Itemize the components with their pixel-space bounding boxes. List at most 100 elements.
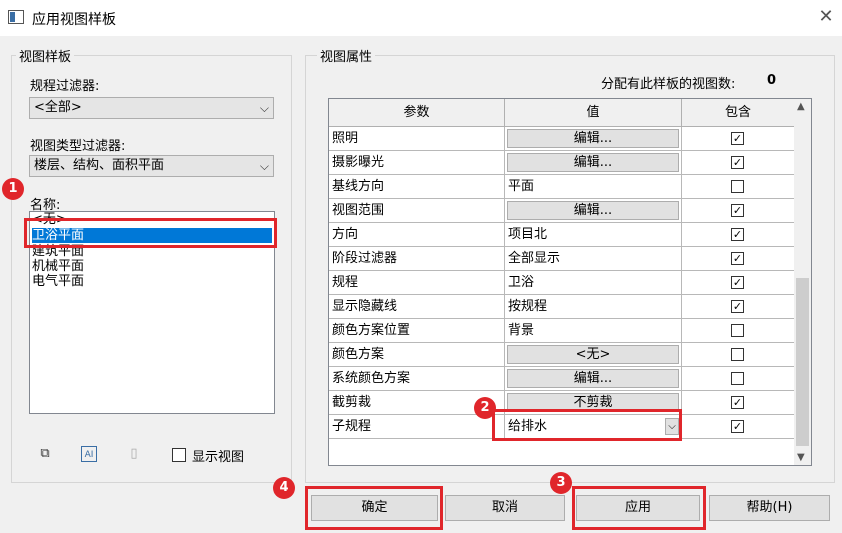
view-template-group-label: 视图样板 [16,46,75,65]
include-cell: ✓ [682,247,795,271]
include-checkbox-checked[interactable]: ✓ [731,300,744,313]
include-cell: ✓ [682,151,795,175]
include-checkbox-checked[interactable]: ✓ [731,276,744,289]
column-header-param[interactable]: 参数 [329,99,505,127]
window-title: 应用视图样板 [32,12,116,28]
include-checkbox-checked[interactable]: ✓ [731,204,744,217]
assigned-count-label: 分配有此样板的视图数: [601,77,736,92]
include-checkbox-checked[interactable]: ✓ [731,132,744,145]
param-cell: 视图范围 [329,199,505,223]
include-cell: ✓ [682,295,795,319]
value-cell: 平面 [505,175,682,199]
param-cell: 阶段过滤器 [329,247,505,271]
title-bar: 应用视图样板 ✕ [0,0,842,36]
include-cell: ✓ [682,391,795,415]
chevron-down-icon: ⌵ [259,101,269,115]
include-cell [682,175,795,199]
table-row: 颜色方案 <无> [329,343,795,367]
view-type-filter-select[interactable]: 楼层、结构、面积平面 ⌵ [29,155,274,177]
value-cell[interactable]: 编辑... [505,151,682,175]
edit-button[interactable]: 编辑... [507,129,679,148]
include-cell: ✓ [682,271,795,295]
assigned-count-value: 0 [767,73,777,88]
include-cell: ✓ [682,199,795,223]
value-cell: 卫浴 [505,271,682,295]
list-item[interactable]: 电气平面 [32,274,84,289]
table-row: 显示隐藏线 按规程 ✓ [329,295,795,319]
annotation-badge-4: 4 [273,477,295,499]
table-row: 规程 卫浴 ✓ [329,271,795,295]
scroll-up-icon[interactable]: ▲ [797,101,805,112]
param-cell: 规程 [329,271,505,295]
table-row: 视图范围 编辑... ✓ [329,199,795,223]
discipline-filter-select[interactable]: <全部> ⌵ [29,97,274,119]
include-cell: ✓ [682,127,795,151]
param-cell: 基线方向 [329,175,505,199]
highlight-box-1 [24,218,277,248]
scroll-down-icon[interactable]: ▼ [797,452,805,463]
param-cell: 颜色方案 [329,343,505,367]
view-properties-group-label: 视图属性 [317,46,376,65]
include-checkbox[interactable] [731,324,744,337]
include-cell [682,343,795,367]
app-icon [8,10,24,24]
edit-button[interactable]: <无> [507,345,679,364]
table-row: 系统颜色方案 编辑... [329,367,795,391]
value-cell[interactable]: <无> [505,343,682,367]
table-row: 摄影曝光 编辑... ✓ [329,151,795,175]
annotation-badge-2: 2 [474,397,496,419]
include-checkbox-checked[interactable]: ✓ [731,156,744,169]
value-cell[interactable]: 编辑... [505,367,682,391]
include-cell [682,319,795,343]
include-cell: ✓ [682,223,795,247]
annotation-badge-3: 3 [550,472,572,494]
list-item[interactable]: 机械平面 [32,259,84,274]
include-checkbox[interactable] [731,348,744,361]
value-cell: 全部显示 [505,247,682,271]
include-cell: ✓ [682,415,795,439]
value-cell[interactable]: 编辑... [505,127,682,151]
param-cell: 系统颜色方案 [329,367,505,391]
view-type-filter-label: 视图类型过滤器: [30,139,126,154]
include-checkbox-checked[interactable]: ✓ [731,420,744,433]
delete-icon[interactable]: ▯ [126,446,142,462]
value-cell[interactable]: 编辑... [505,199,682,223]
chevron-down-icon: ⌵ [259,159,269,173]
cancel-button[interactable]: 取消 [445,495,565,521]
duplicate-icon[interactable]: ⧉ [37,446,53,462]
table-row: 阶段过滤器 全部显示 ✓ [329,247,795,271]
table-row: 基线方向 平面 [329,175,795,199]
value-cell: 按规程 [505,295,682,319]
include-cell [682,367,795,391]
rename-icon[interactable]: AI [81,446,97,462]
include-checkbox-checked[interactable]: ✓ [731,228,744,241]
help-button[interactable]: 帮助(H) [709,495,830,521]
edit-button[interactable]: 编辑... [507,201,679,220]
column-header-value[interactable]: 值 [505,99,682,127]
include-checkbox-checked[interactable]: ✓ [731,396,744,409]
include-checkbox[interactable] [731,180,744,193]
edit-button[interactable]: 编辑... [507,369,679,388]
table-row: 颜色方案位置 背景 [329,319,795,343]
show-views-checkbox[interactable] [172,448,186,462]
highlight-box-4 [305,486,443,530]
include-checkbox[interactable] [731,372,744,385]
highlight-box-2 [492,409,682,441]
discipline-filter-label: 规程过滤器: [30,79,100,94]
value-cell: 背景 [505,319,682,343]
discipline-filter-value: <全部> [34,100,82,115]
param-cell: 颜色方案位置 [329,319,505,343]
close-icon[interactable]: ✕ [815,6,837,28]
show-views-label: 显示视图 [192,450,245,465]
column-header-include[interactable]: 包含 [682,99,795,127]
table-row: 方向 项目北 ✓ [329,223,795,247]
param-cell: 照明 [329,127,505,151]
table-row: 照明 编辑... ✓ [329,127,795,151]
param-cell: 显示隐藏线 [329,295,505,319]
edit-button[interactable]: 编辑... [507,153,679,172]
include-checkbox-checked[interactable]: ✓ [731,252,744,265]
scrollbar-thumb[interactable] [796,278,809,446]
annotation-badge-1: 1 [2,178,24,200]
highlight-box-3 [572,486,706,530]
param-cell: 子规程 [329,415,505,439]
